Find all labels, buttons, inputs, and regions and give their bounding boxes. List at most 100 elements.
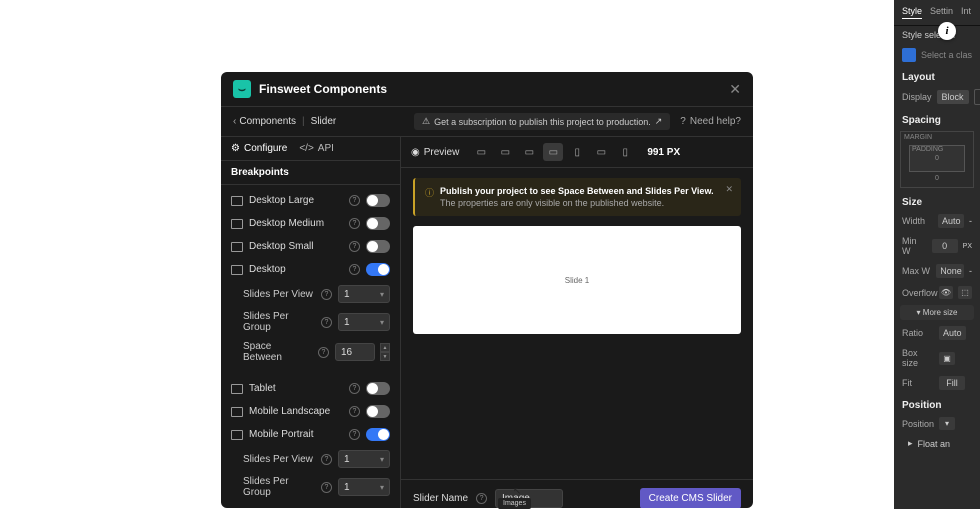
bp-mobile-portrait: Mobile Portrait? bbox=[221, 423, 400, 446]
section-position: Position bbox=[894, 394, 980, 413]
warning-icon: ⚠ bbox=[422, 116, 430, 127]
ratio-value[interactable]: Auto bbox=[939, 326, 966, 340]
spacing-editor[interactable]: MARGIN PADDING 0 0 bbox=[900, 131, 974, 188]
bp-desktop-large: Desktop Large? bbox=[221, 189, 400, 212]
device-mobile-landscape-icon[interactable]: ▭ bbox=[591, 143, 611, 161]
modal-title: Finsweet Components bbox=[259, 82, 387, 96]
breadcrumb-slider[interactable]: Slider bbox=[311, 116, 337, 127]
tab-configure[interactable]: ⚙ Configure bbox=[231, 143, 287, 154]
help-icon[interactable]: ? bbox=[349, 241, 360, 252]
alert-desc: The properties are only visible on the p… bbox=[440, 198, 714, 208]
display-flex-button[interactable]: Fle bbox=[974, 89, 980, 105]
box-sizing-icon[interactable]: ▣ bbox=[939, 352, 955, 365]
help-icon[interactable]: ? bbox=[318, 347, 329, 358]
position-select[interactable]: ▾ bbox=[939, 417, 955, 430]
eye-icon: ◉ bbox=[411, 147, 420, 158]
help-icon[interactable]: ? bbox=[349, 429, 360, 440]
unit-px[interactable]: PX bbox=[963, 243, 972, 250]
slides-per-group-label: Slides Per Group bbox=[243, 311, 315, 333]
breadcrumb-back-icon[interactable]: ‹ bbox=[233, 116, 236, 127]
toggle-tablet[interactable] bbox=[366, 382, 390, 395]
tab-interactions[interactable]: Int bbox=[961, 6, 971, 19]
help-icon[interactable]: ? bbox=[349, 383, 360, 394]
device-desktop-m-icon[interactable]: ▭ bbox=[519, 143, 539, 161]
more-size-toggle[interactable]: ▾ More size bbox=[900, 305, 974, 320]
overflow-hidden-icon[interactable]: ⬚ bbox=[958, 286, 972, 299]
publish-banner[interactable]: ⚠ Get a subscription to publish this pro… bbox=[414, 113, 670, 130]
position-label: Position bbox=[902, 419, 934, 429]
help-icon[interactable]: ? bbox=[349, 195, 360, 206]
device-desktop-l-icon[interactable]: ▭ bbox=[495, 143, 515, 161]
toggle-mobile-landscape[interactable] bbox=[366, 405, 390, 418]
help-icon[interactable]: ? bbox=[476, 493, 487, 504]
gear-icon: ⚙ bbox=[231, 143, 240, 154]
selector-tag-icon[interactable] bbox=[902, 48, 916, 62]
create-cms-slider-button[interactable]: Create CMS Slider bbox=[640, 488, 741, 508]
slides-per-view-select-mp[interactable]: 1▾ bbox=[338, 450, 390, 468]
device-desktop-icon[interactable]: ▭ bbox=[543, 143, 563, 161]
modal-header: ⌣ Finsweet Components ✕ bbox=[221, 72, 753, 107]
minw-label: Min W bbox=[902, 236, 927, 256]
finsweet-logo-icon: ⌣ bbox=[233, 80, 251, 98]
help-icon[interactable]: ? bbox=[321, 317, 332, 328]
section-size: Size bbox=[894, 191, 980, 210]
tab-api[interactable]: </> API bbox=[299, 143, 334, 154]
padding-label: PADDING bbox=[912, 146, 943, 153]
help-icon[interactable]: ? bbox=[349, 264, 360, 275]
margin-value[interactable]: 0 bbox=[935, 175, 939, 182]
tab-settings[interactable]: Settin bbox=[930, 6, 953, 19]
viewport-width: 991 PX bbox=[647, 147, 680, 158]
chevron-down-icon: ▾ bbox=[380, 290, 384, 299]
margin-label: MARGIN bbox=[904, 134, 932, 141]
toggle-desktop-large[interactable] bbox=[366, 194, 390, 207]
slides-per-view-label: Slides Per View bbox=[243, 289, 315, 300]
chevron-down-icon: ▾ bbox=[380, 318, 384, 327]
toggle-mobile-portrait[interactable] bbox=[366, 428, 390, 441]
close-icon[interactable]: ✕ bbox=[729, 81, 741, 98]
slides-per-group-label: Slides Per Group bbox=[243, 476, 315, 498]
toggle-desktop[interactable] bbox=[366, 263, 390, 276]
selector-input[interactable]: Select a class o bbox=[921, 50, 972, 60]
help-icon[interactable]: ? bbox=[321, 454, 332, 465]
external-link-icon: ↗ bbox=[655, 116, 663, 127]
slides-per-group-select[interactable]: 1▾ bbox=[338, 313, 390, 331]
config-panel: ⚙ Configure </> API Breakpoints Desktop … bbox=[221, 137, 401, 508]
help-icon[interactable]: ? bbox=[321, 289, 332, 300]
breadcrumb-separator: | bbox=[302, 116, 305, 127]
section-spacing: Spacing bbox=[894, 109, 980, 128]
padding-value[interactable]: 0 bbox=[935, 155, 939, 162]
slides-per-group-select-mp[interactable]: 1▾ bbox=[338, 478, 390, 496]
fit-value[interactable]: Fill bbox=[939, 376, 965, 390]
toggle-desktop-small[interactable] bbox=[366, 240, 390, 253]
breadcrumb-components[interactable]: Components bbox=[239, 116, 296, 127]
display-block-button[interactable]: Block bbox=[937, 90, 969, 104]
help-icon[interactable]: ? bbox=[349, 218, 360, 229]
info-badge-icon[interactable]: i bbox=[938, 22, 956, 40]
toggle-desktop-medium[interactable] bbox=[366, 217, 390, 230]
info-icon: ⓘ bbox=[425, 186, 434, 199]
section-layout: Layout bbox=[894, 66, 980, 85]
display-label: Display bbox=[902, 92, 932, 102]
hover-tooltip: Images bbox=[498, 498, 531, 509]
need-help-link[interactable]: ? Need help? bbox=[680, 116, 741, 127]
alert-close-icon[interactable]: ✕ bbox=[725, 184, 733, 195]
device-desktop-xl-icon[interactable]: ▭ bbox=[471, 143, 491, 161]
bp-desktop-medium: Desktop Medium? bbox=[221, 212, 400, 235]
help-icon[interactable]: ? bbox=[349, 406, 360, 417]
minw-value[interactable]: 0 bbox=[932, 239, 958, 253]
alert-title: Publish your project to see Space Betwee… bbox=[440, 186, 714, 196]
slides-per-view-select[interactable]: 1▾ bbox=[338, 285, 390, 303]
space-between-stepper[interactable]: ▲▼ bbox=[380, 343, 390, 361]
float-row-chevron-icon[interactable]: ▸ bbox=[908, 438, 913, 449]
space-between-input[interactable]: 16 bbox=[335, 343, 375, 361]
maxw-value[interactable]: None bbox=[936, 264, 964, 278]
bp-desktop-small: Desktop Small? bbox=[221, 235, 400, 258]
tab-style[interactable]: Style bbox=[902, 6, 922, 19]
width-value[interactable]: Auto bbox=[938, 214, 964, 228]
device-mobile-portrait-icon[interactable]: ▯ bbox=[615, 143, 635, 161]
help-icon[interactable]: ? bbox=[321, 482, 332, 493]
overflow-visible-icon[interactable]: 👁 bbox=[939, 286, 953, 299]
device-tablet-icon[interactable]: ▯ bbox=[567, 143, 587, 161]
publish-text: Get a subscription to publish this proje… bbox=[434, 117, 651, 127]
float-label: Float an bbox=[918, 439, 951, 449]
